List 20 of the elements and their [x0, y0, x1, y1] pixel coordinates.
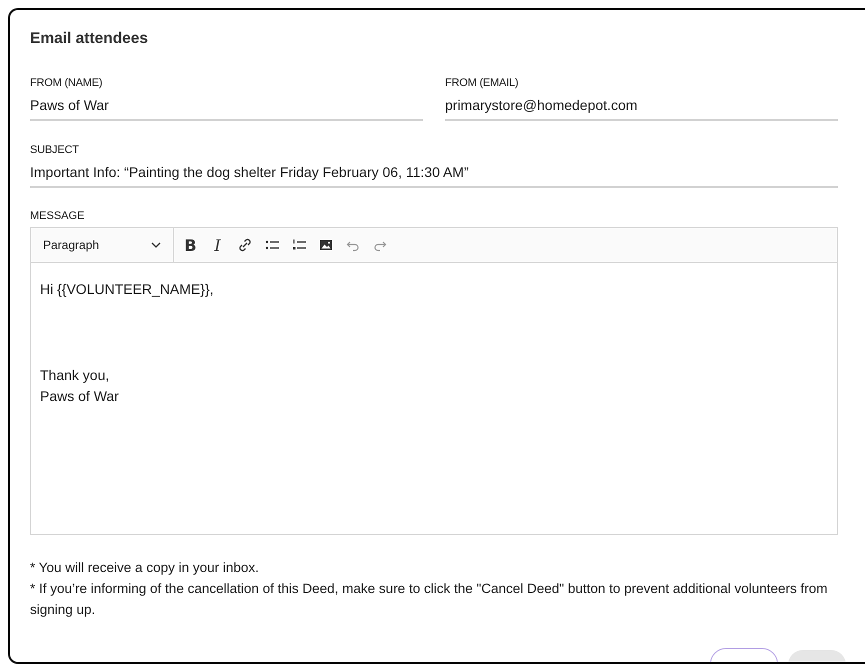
input-field[interactable]: primarystore@homedepot.com [445, 97, 838, 121]
message-text: Paws of War [40, 387, 120, 406]
input-field[interactable]: Paws of War [30, 97, 423, 121]
note-text: * You will receive a copy in your inbox. [30, 559, 260, 577]
field-label: FROM (NAME) [30, 77, 104, 89]
field-label: MESSAGE [30, 210, 86, 222]
format-dropdown[interactable]: Paragraph [31, 228, 174, 262]
dialog-title: Email attendees [30, 30, 150, 48]
link-icon [236, 237, 252, 253]
input-field[interactable]: Important Info: “Painting the dog shelter Friday February 06, 11:30 AM” [30, 164, 838, 188]
image-icon [318, 237, 334, 253]
field-label: SUBJECT [30, 144, 80, 156]
note-text: * If you’re informing of the cancellation of this Deed, make sure to click the "Cancel Deed" button to prevent additional volunteers from signing up. [30, 580, 829, 619]
message-editor[interactable]: Paragraph B I Hi {{VOLUNTEER_NAME}}, Thank you, Paws of War [30, 227, 838, 535]
chevron-down-icon [151, 242, 161, 248]
field-label: FROM (EMAIL) [445, 77, 520, 89]
message-text: Hi {{VOLUNTEER_NAME}}, [40, 280, 215, 299]
message-text: Thank you, [40, 366, 110, 385]
bold-button[interactable]: B [180, 234, 201, 256]
italic-button[interactable]: I [207, 234, 228, 256]
